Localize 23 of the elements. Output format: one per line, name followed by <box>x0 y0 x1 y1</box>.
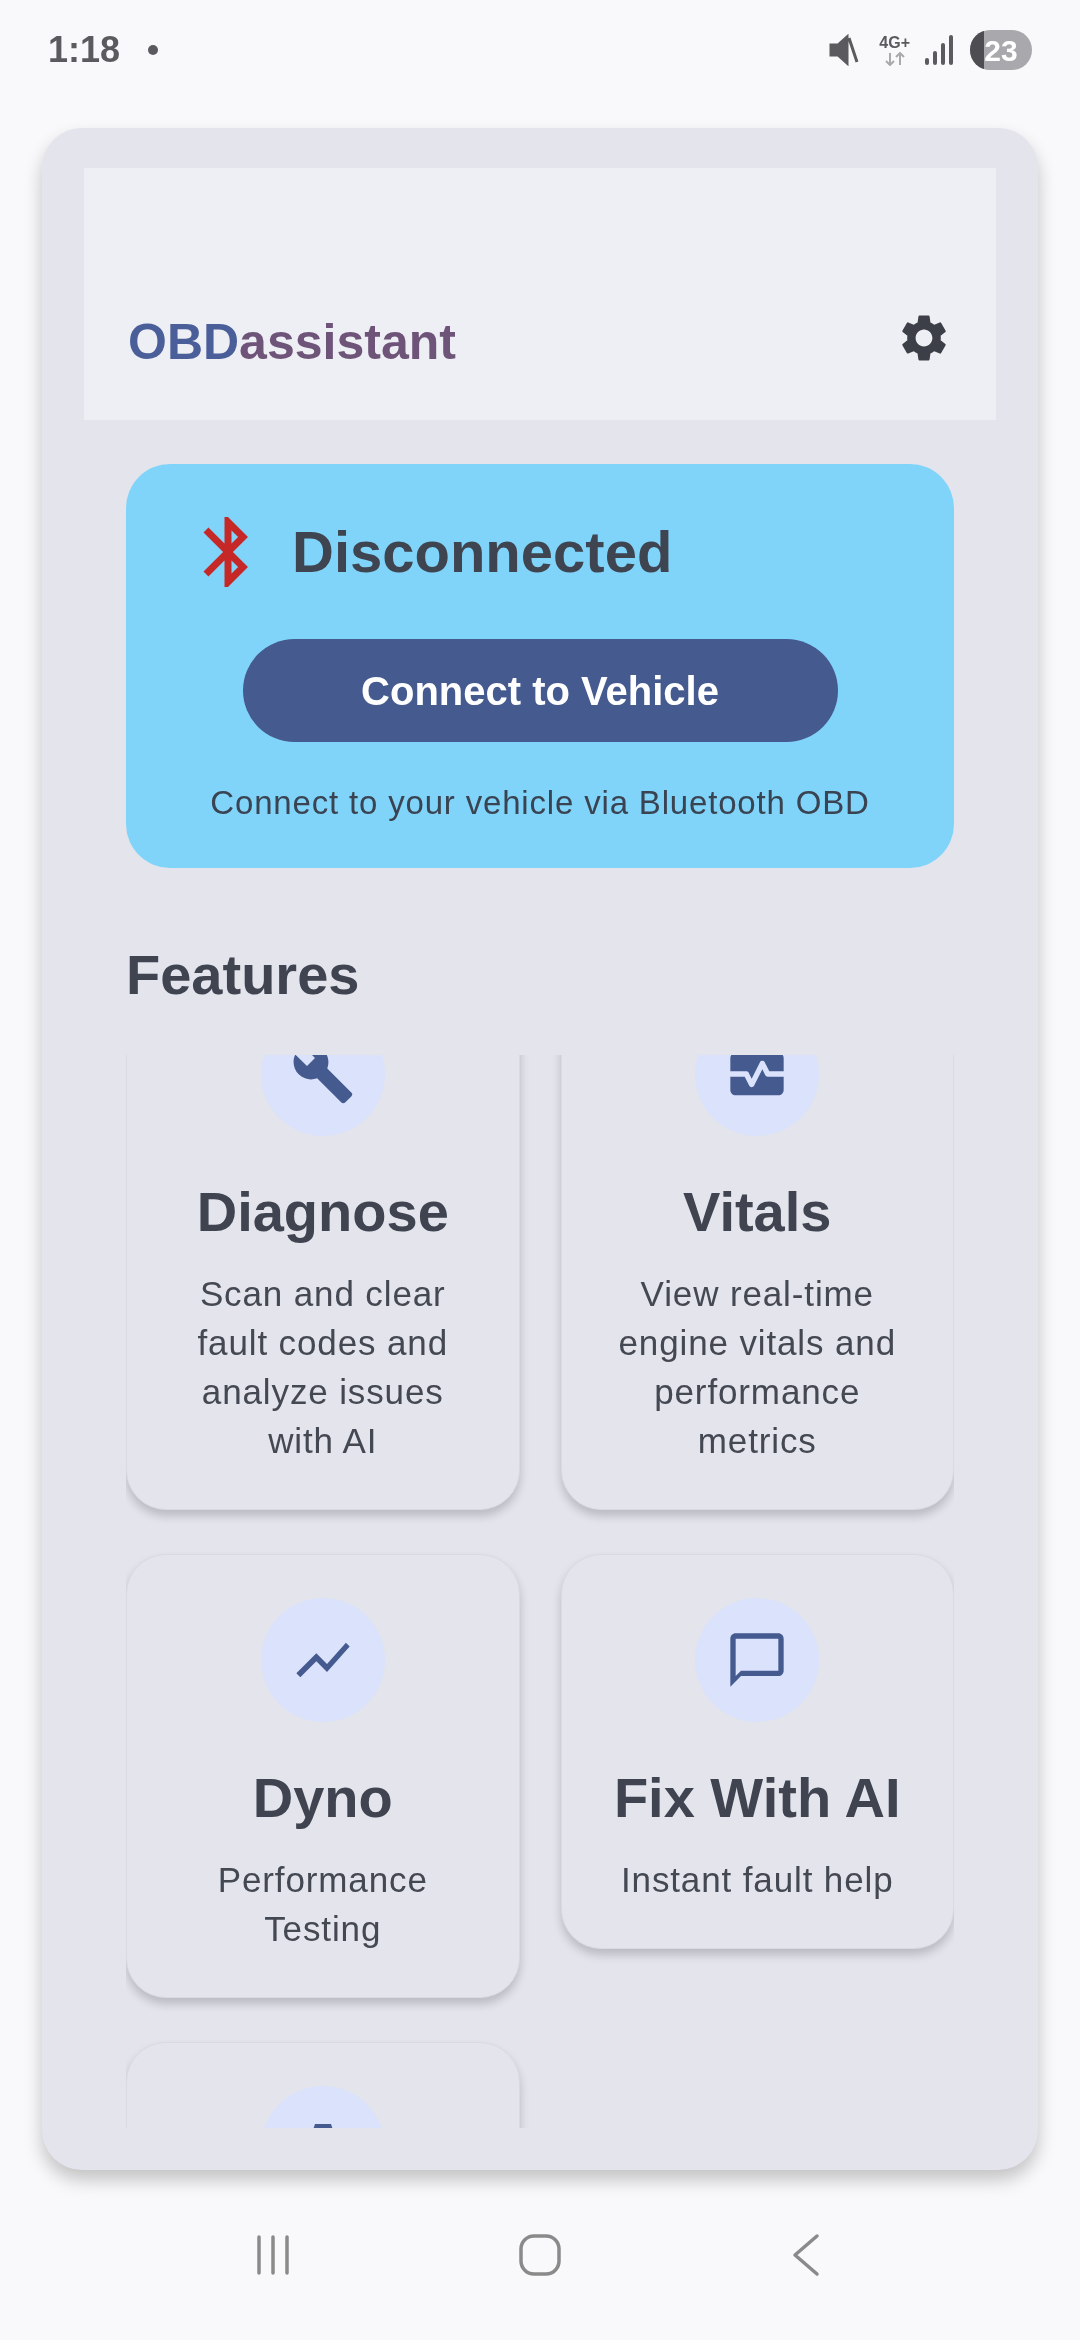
feature-description: Performance Testing <box>216 1859 429 1950</box>
feature-description: View real-time engine vitals and performance metrics <box>617 1273 898 1462</box>
data-arrows-icon <box>883 52 906 66</box>
feature-title: Fix With AI <box>613 1765 901 1831</box>
connect-button[interactable]: Connect to Vehicle <box>242 639 838 742</box>
feature-card[interactable]: Dyno Performance Testing <box>126 1554 520 1998</box>
network-type: 4G+ <box>879 34 910 52</box>
home-button[interactable] <box>518 2233 562 2277</box>
feature-description: Scan and clear fault codes and analyze issues with AI <box>196 1273 449 1462</box>
signal-icon <box>924 34 954 66</box>
app-title: OBDassistant <box>128 313 456 372</box>
feature-title: Dyno <box>252 1765 393 1831</box>
battery-indicator: 23 <box>970 30 1032 70</box>
feature-card[interactable]: Fix With AI Instant fault help <box>560 1554 954 1949</box>
feature-card[interactable]: Vitals View real-time engine vitals and performance metrics <box>560 1055 954 1510</box>
feature-description: Instant fault help <box>619 1859 895 1901</box>
feature-card[interactable]: Diagnose Scan and clear fault codes and analyze issues with AI <box>126 1055 520 1510</box>
section-heading: Features <box>126 942 361 1008</box>
connection-status: Disconnected <box>292 518 673 586</box>
feature-title: Vitals <box>683 1179 832 1245</box>
connection-hint: Connect to your vehicle via Bluetooth OBD <box>209 783 871 823</box>
clock-time: 1:18 <box>48 28 121 72</box>
feature-title: Diagnose <box>196 1179 449 1245</box>
